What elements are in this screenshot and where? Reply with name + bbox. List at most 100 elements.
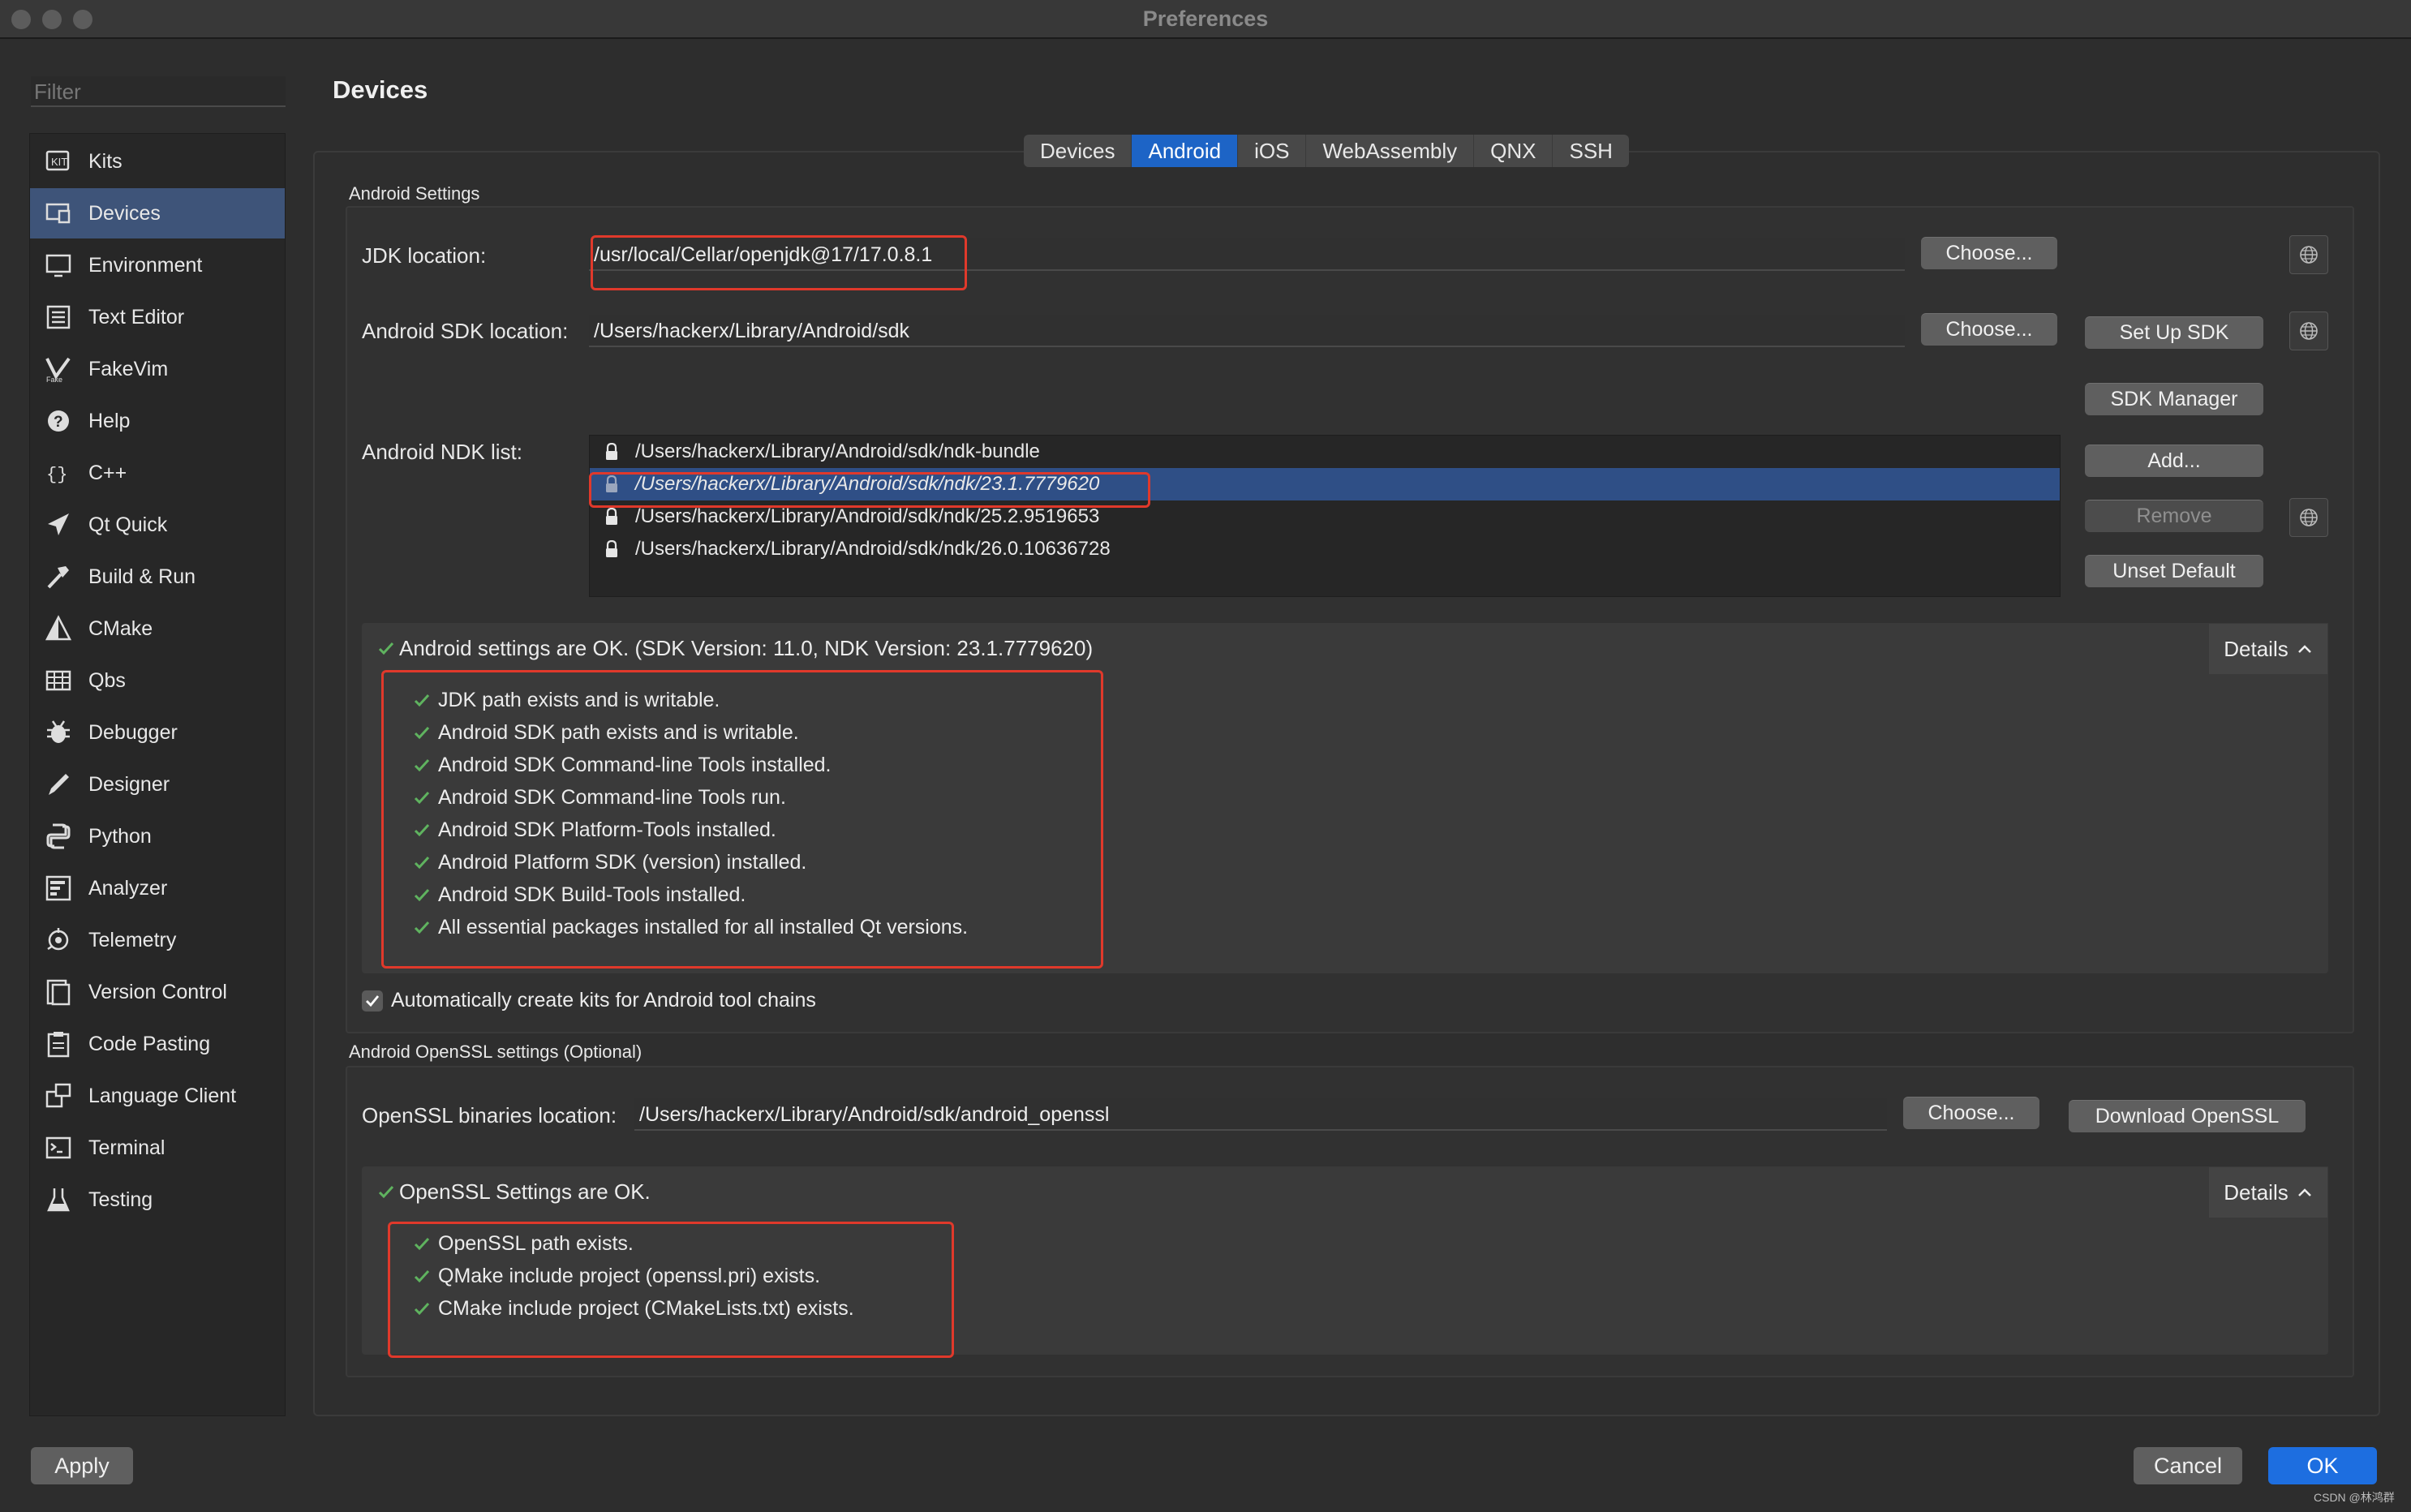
sdk-manager-button[interactable]: SDK Manager: [2085, 383, 2263, 415]
check-item: OpenSSL path exists.: [414, 1232, 634, 1256]
openssl-choose-button[interactable]: Choose...: [1903, 1097, 2039, 1129]
sidebar-item-build-run[interactable]: Build & Run: [30, 552, 285, 602]
tab-ssh[interactable]: SSH: [1553, 135, 1628, 167]
window-title: Preferences: [1142, 6, 1269, 31]
svg-text:Fake: Fake: [46, 376, 62, 383]
sidebar-item-terminal[interactable]: Terminal: [30, 1123, 285, 1173]
android-details-toggle[interactable]: Details: [2208, 623, 2328, 675]
ndk-list: /Users/hackerx/Library/Android/sdk/ndk-b…: [589, 435, 2061, 597]
sidebar-item-label: Debugger: [88, 720, 178, 744]
language-client-icon: [45, 1083, 71, 1108]
download-openssl-button[interactable]: Download OpenSSL: [2069, 1100, 2306, 1132]
tab-qnx[interactable]: QNX: [1474, 135, 1554, 167]
check-item: Android Platform SDK (version) installed…: [414, 851, 806, 874]
sidebar-item-telemetry[interactable]: Telemetry: [30, 915, 285, 965]
designer-icon: [49, 774, 69, 795]
ndk-list-item[interactable]: /Users/hackerx/Library/Android/sdk/ndk-b…: [590, 436, 2060, 468]
add-ndk-button[interactable]: Add...: [2085, 445, 2263, 477]
debugger-icon: [47, 720, 70, 743]
sidebar-item-label: Help: [88, 409, 131, 432]
cancel-button[interactable]: Cancel: [2134, 1447, 2242, 1484]
unset-default-button[interactable]: Unset Default: [2085, 555, 2263, 587]
check-item: Android SDK Command-line Tools run.: [414, 786, 786, 810]
check-item: Android SDK Platform-Tools installed.: [414, 818, 776, 842]
check-icon: [414, 1269, 430, 1282]
sidebar-item-label: C++: [88, 461, 127, 484]
check-icon: [414, 791, 430, 804]
android-status-line: Android settings are OK. (SDK Version: 1…: [378, 636, 1093, 661]
sidebar-item-label: CMake: [88, 616, 153, 640]
set-up-sdk-button[interactable]: Set Up SDK: [2085, 316, 2263, 349]
jdk-download-button[interactable]: [2289, 235, 2328, 274]
check-item: JDK path exists and is writable.: [414, 689, 720, 712]
openssl-status-line: OpenSSL Settings are OK.: [378, 1179, 651, 1205]
qt-quick-icon: [48, 513, 69, 535]
sidebar-item-label: Analyzer: [88, 876, 168, 900]
ok-button[interactable]: OK: [2268, 1447, 2377, 1484]
sidebar-item-environment[interactable]: Environment: [30, 240, 285, 290]
lock-icon: [606, 508, 617, 525]
sidebar-item-label: Kits: [88, 149, 122, 173]
sidebar-item-devices[interactable]: Devices: [30, 188, 285, 238]
sidebar-item-help[interactable]: ? Help: [30, 396, 285, 446]
openssl-location-field[interactable]: /Users/hackerx/Library/Android/sdk/andro…: [634, 1098, 1887, 1131]
text-editor-icon: [46, 305, 71, 329]
sidebar-item-version-control[interactable]: Version Control: [30, 967, 285, 1017]
ndk-download-button[interactable]: [2289, 498, 2328, 537]
sidebar-item-label: FakeVim: [88, 357, 169, 380]
sidebar-item-kits[interactable]: KIT Kits: [30, 136, 285, 187]
check-item: Android SDK path exists and is writable.: [414, 721, 799, 745]
sidebar-item-language-client[interactable]: Language Client: [30, 1071, 285, 1121]
svg-text:{}: {}: [46, 465, 67, 485]
sdk-choose-button[interactable]: Choose...: [1921, 313, 2057, 346]
sidebar-item-python[interactable]: Python: [30, 811, 285, 861]
testing-icon: [47, 1188, 70, 1212]
jdk-choose-button[interactable]: Choose...: [1921, 237, 2057, 269]
python-icon: [46, 823, 71, 849]
android-sdk-location-field[interactable]: /Users/hackerx/Library/Android/sdk: [589, 315, 1905, 347]
tab-bar: Devices Android iOS WebAssembly QNX SSH: [1024, 135, 1629, 167]
jdk-location-label: JDK location:: [362, 243, 487, 268]
sidebar-item-text-editor[interactable]: Text Editor: [30, 292, 285, 342]
sidebar-item-label: Qbs: [88, 668, 126, 692]
sidebar-item-qbs[interactable]: Qbs: [30, 655, 285, 706]
sdk-download-button[interactable]: [2289, 311, 2328, 350]
analyzer-icon: [45, 875, 71, 901]
jdk-highlight-box: [591, 235, 967, 290]
sidebar-item-label: Code Pasting: [88, 1032, 211, 1055]
sidebar-item-cmake[interactable]: CMake: [30, 604, 285, 654]
page-title: Devices: [333, 75, 428, 104]
check-item: Android SDK Build-Tools installed.: [414, 883, 746, 907]
tab-webassembly[interactable]: WebAssembly: [1306, 135, 1475, 167]
apply-button[interactable]: Apply: [31, 1447, 133, 1484]
sidebar-item-designer[interactable]: Designer: [30, 759, 285, 810]
watermark: CSDN @林鸿群: [2314, 1491, 2395, 1504]
sidebar-item-analyzer[interactable]: Analyzer: [30, 863, 285, 913]
build-run-icon: [47, 566, 69, 589]
sidebar-item-label: Language Client: [88, 1084, 237, 1107]
sidebar-item-debugger[interactable]: Debugger: [30, 707, 285, 758]
ndk-list-item[interactable]: /Users/hackerx/Library/Android/sdk/ndk/2…: [590, 533, 2060, 565]
android-status-text: Android settings are OK. (SDK Version: 1…: [399, 636, 1094, 660]
cpp-icon: {}: [46, 465, 67, 485]
sidebar-item-cpp[interactable]: {} C++: [30, 448, 285, 498]
globe-icon: [2300, 509, 2318, 526]
sidebar-item-label: Version Control: [88, 980, 227, 1003]
tab-devices[interactable]: Devices: [1024, 135, 1132, 167]
remove-ndk-button[interactable]: Remove: [2085, 500, 2263, 532]
openssl-details-toggle[interactable]: Details: [2208, 1166, 2328, 1218]
sidebar-item-code-pasting[interactable]: Code Pasting: [30, 1019, 285, 1069]
openssl-status-text: OpenSSL Settings are OK.: [399, 1179, 651, 1204]
terminal-icon: [45, 1136, 71, 1159]
filter-input[interactable]: Filter: [31, 76, 286, 107]
sidebar-item-testing[interactable]: Testing: [30, 1175, 285, 1225]
auto-create-kits-checkbox[interactable]: [362, 990, 383, 1012]
android-ndk-list-label: Android NDK list:: [362, 440, 522, 464]
check-icon: [414, 823, 430, 836]
sidebar-item-fakevim[interactable]: Fake FakeVim: [30, 344, 285, 394]
globe-icon: [2300, 322, 2318, 340]
tab-ios[interactable]: iOS: [1238, 135, 1307, 167]
sidebar-item-qt-quick[interactable]: Qt Quick: [30, 500, 285, 550]
tab-android[interactable]: Android: [1132, 135, 1239, 167]
sidebar-item-label: Qt Quick: [88, 513, 168, 536]
